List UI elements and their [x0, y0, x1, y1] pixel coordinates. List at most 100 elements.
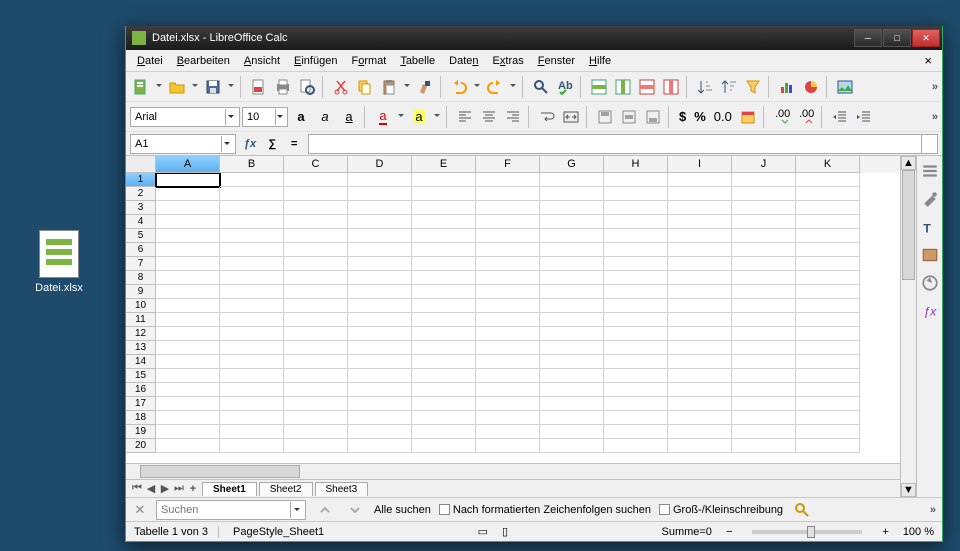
cell[interactable]: [476, 285, 540, 299]
cell[interactable]: [348, 285, 412, 299]
close-find-icon[interactable]: ✕: [132, 502, 148, 518]
cell[interactable]: [604, 397, 668, 411]
cell[interactable]: [540, 411, 604, 425]
print-icon[interactable]: [272, 76, 294, 98]
cell[interactable]: [796, 201, 860, 215]
cell[interactable]: [604, 313, 668, 327]
find-expand[interactable]: »: [930, 504, 936, 516]
cell[interactable]: [540, 397, 604, 411]
cell[interactable]: [540, 355, 604, 369]
menu-daten[interactable]: Daten: [442, 53, 485, 69]
cell[interactable]: [476, 411, 540, 425]
align-left-icon[interactable]: [454, 106, 476, 128]
cell[interactable]: [412, 383, 476, 397]
cell[interactable]: [604, 229, 668, 243]
row-header[interactable]: 7: [126, 257, 156, 271]
cell[interactable]: [348, 257, 412, 271]
cell[interactable]: [284, 201, 348, 215]
cell[interactable]: [540, 425, 604, 439]
name-box[interactable]: [130, 134, 236, 154]
column-header-D[interactable]: D: [348, 156, 412, 173]
cell[interactable]: [348, 271, 412, 285]
redo-dropdown[interactable]: [508, 84, 518, 90]
cell[interactable]: [412, 313, 476, 327]
cell[interactable]: [348, 397, 412, 411]
spellcheck-icon[interactable]: Abc: [554, 76, 576, 98]
paste-icon[interactable]: [378, 76, 400, 98]
sidebar-menu-icon[interactable]: [921, 162, 939, 180]
cell[interactable]: [668, 425, 732, 439]
cell[interactable]: [476, 215, 540, 229]
properties-icon[interactable]: [921, 190, 939, 208]
cell[interactable]: [156, 439, 220, 453]
cell[interactable]: [732, 285, 796, 299]
cell[interactable]: [156, 229, 220, 243]
cell[interactable]: [348, 173, 412, 187]
cell[interactable]: [284, 243, 348, 257]
function-wizard-icon[interactable]: ƒx: [240, 134, 260, 154]
cell[interactable]: [668, 327, 732, 341]
row-header[interactable]: 19: [126, 425, 156, 439]
cell[interactable]: [284, 369, 348, 383]
cell[interactable]: [604, 425, 668, 439]
cell[interactable]: [284, 355, 348, 369]
cell[interactable]: [668, 439, 732, 453]
cell[interactable]: [348, 187, 412, 201]
cell[interactable]: [348, 313, 412, 327]
align-top-icon[interactable]: [594, 106, 616, 128]
cell[interactable]: [732, 313, 796, 327]
row-header[interactable]: 14: [126, 355, 156, 369]
cell[interactable]: [796, 313, 860, 327]
spreadsheet-grid[interactable]: ABCDEFGHIJK 1234567891011121314151617181…: [126, 156, 900, 497]
cell[interactable]: [156, 327, 220, 341]
column-header-G[interactable]: G: [540, 156, 604, 173]
cell[interactable]: [220, 229, 284, 243]
cell[interactable]: [476, 257, 540, 271]
cell[interactable]: [348, 215, 412, 229]
cell[interactable]: [540, 257, 604, 271]
cell[interactable]: [412, 411, 476, 425]
cell[interactable]: [412, 173, 476, 187]
cell[interactable]: [156, 187, 220, 201]
row-header[interactable]: 2: [126, 187, 156, 201]
find-prev-icon[interactable]: [314, 499, 336, 521]
cell[interactable]: [732, 369, 796, 383]
increase-indent-icon[interactable]: [853, 106, 875, 128]
cell[interactable]: [540, 173, 604, 187]
cell[interactable]: [732, 411, 796, 425]
cell[interactable]: [668, 369, 732, 383]
cell[interactable]: [796, 257, 860, 271]
open-icon[interactable]: [166, 76, 188, 98]
cell[interactable]: [220, 439, 284, 453]
cell[interactable]: [156, 173, 220, 187]
cell[interactable]: [668, 285, 732, 299]
cell[interactable]: [220, 271, 284, 285]
cell[interactable]: [412, 201, 476, 215]
cell[interactable]: [796, 215, 860, 229]
cell[interactable]: [284, 257, 348, 271]
chart-icon[interactable]: [776, 76, 798, 98]
undo-dropdown[interactable]: [472, 84, 482, 90]
format-paintbrush-icon[interactable]: [414, 76, 436, 98]
cell[interactable]: [668, 201, 732, 215]
cell[interactable]: [604, 411, 668, 425]
cell[interactable]: [732, 173, 796, 187]
align-right-icon[interactable]: [502, 106, 524, 128]
cell[interactable]: [796, 229, 860, 243]
cell[interactable]: [604, 187, 668, 201]
cell[interactable]: [668, 355, 732, 369]
cell[interactable]: [732, 201, 796, 215]
cell[interactable]: [220, 411, 284, 425]
new-doc-icon[interactable]: [130, 76, 152, 98]
menu-tabelle[interactable]: Tabelle: [393, 53, 442, 69]
cell[interactable]: [412, 369, 476, 383]
cell[interactable]: [284, 383, 348, 397]
find-case-checkbox[interactable]: Groß-/Kleinschreibung: [659, 504, 783, 516]
cell[interactable]: [156, 369, 220, 383]
equals-icon[interactable]: =: [284, 134, 304, 154]
cell[interactable]: [412, 187, 476, 201]
cell[interactable]: [796, 439, 860, 453]
underline-icon[interactable]: a: [338, 106, 360, 128]
italic-icon[interactable]: a: [314, 106, 336, 128]
cell[interactable]: [476, 383, 540, 397]
